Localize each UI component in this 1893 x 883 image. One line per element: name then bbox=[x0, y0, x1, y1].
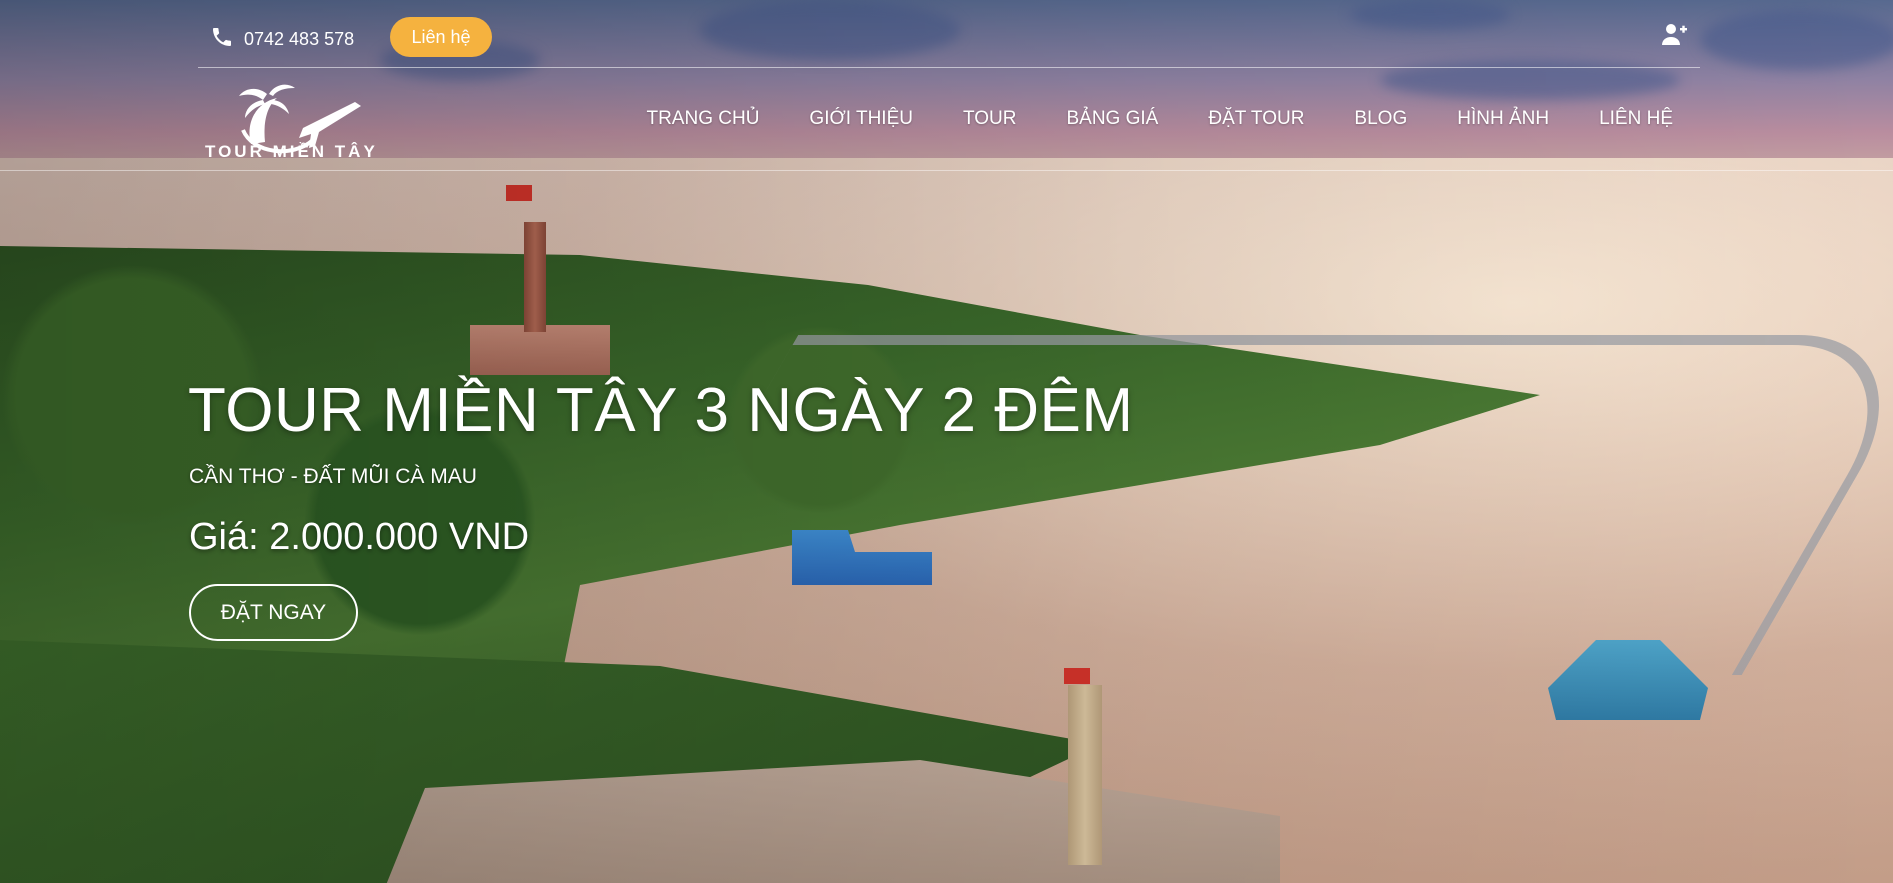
topbar-phone[interactable]: 0742 483 578 bbox=[210, 25, 354, 54]
phone-icon bbox=[210, 25, 234, 54]
nav-item-bang-gia[interactable]: BẢNG GIÁ bbox=[1066, 108, 1158, 130]
user-plus-icon[interactable] bbox=[1660, 21, 1688, 49]
nav-item-gioi-thieu[interactable]: GIỚI THIỆU bbox=[809, 108, 913, 130]
main-nav: TRANG CHỦ GIỚI THIỆU TOUR BẢNG GIÁ ĐẶT T… bbox=[646, 108, 1673, 130]
topbar-divider bbox=[198, 67, 1700, 68]
nav-item-dat-tour[interactable]: ĐẶT TOUR bbox=[1208, 108, 1304, 130]
nav-item-blog[interactable]: BLOG bbox=[1354, 108, 1407, 130]
header-divider bbox=[0, 170, 1893, 171]
nav-item-tour[interactable]: TOUR bbox=[963, 108, 1016, 130]
hero-title: TOUR MIỀN TÂY 3 NGÀY 2 ĐÊM bbox=[188, 376, 1134, 445]
hero-subtitle: CẦN THƠ - ĐẤT MŨI CÀ MAU bbox=[189, 465, 477, 488]
phone-number: 0742 483 578 bbox=[244, 29, 355, 49]
nav-item-hinh-anh[interactable]: HÌNH ẢNH bbox=[1457, 108, 1549, 130]
brand-name: TOUR MIỀN TÂY bbox=[205, 142, 378, 161]
contact-button[interactable]: Liên hệ bbox=[390, 17, 492, 57]
hero-price: Giá: 2.000.000 VND bbox=[189, 516, 530, 558]
nav-item-lien-he[interactable]: LIÊN HỆ bbox=[1599, 108, 1673, 130]
book-now-button[interactable]: ĐẶT NGAY bbox=[189, 584, 358, 641]
nav-item-trang-chu[interactable]: TRANG CHỦ bbox=[646, 108, 759, 130]
